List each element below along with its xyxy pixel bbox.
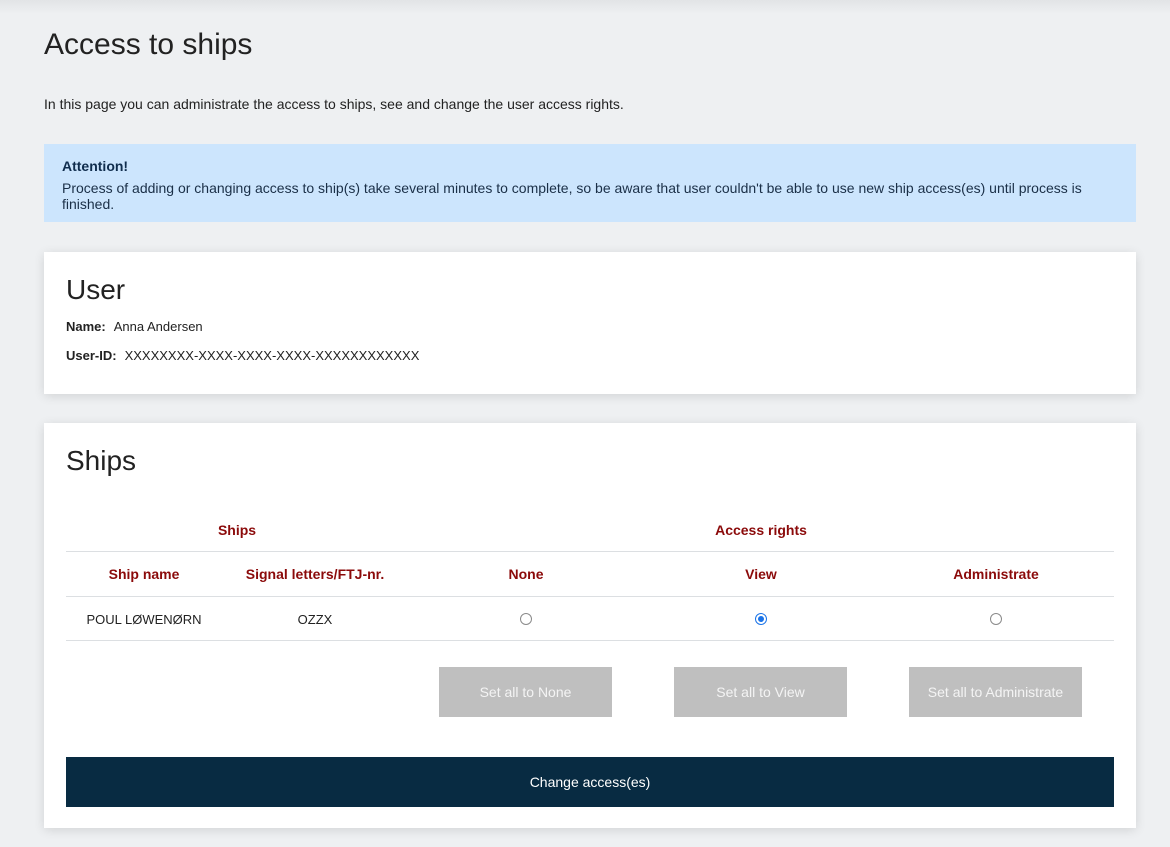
- signal-cell: OZZX: [297, 612, 333, 627]
- ship-name-cell: POUL LØWENØRN: [86, 612, 202, 627]
- user-card: User Name: Anna Andersen User-ID: XXXXXXXX…: [44, 252, 1136, 394]
- radio-none[interactable]: [520, 613, 532, 625]
- group-header-access-rights: Access rights: [715, 522, 807, 538]
- user-id-label: User-ID:: [66, 348, 117, 363]
- column-header-signal: Signal letters/FTJ-nr.: [245, 566, 385, 582]
- radio-view[interactable]: [755, 613, 767, 625]
- group-header-ships: Ships: [217, 522, 257, 538]
- alert-title: Attention!: [62, 158, 129, 174]
- user-card-title: User: [66, 274, 126, 305]
- change-access-button[interactable]: Change access(es): [66, 757, 1114, 807]
- ships-card: Ships Ships Access rights Ship name Sign…: [44, 423, 1136, 828]
- radio-administrate[interactable]: [990, 613, 1002, 625]
- attention-alert: Attention! Process of adding or changing…: [44, 144, 1136, 222]
- alert-text: Process of adding or changing access to …: [62, 180, 1082, 212]
- column-header-view: View: [745, 566, 777, 582]
- user-name-row: Name: Anna Andersen: [66, 319, 203, 334]
- set-all-none-button[interactable]: Set all to None: [439, 667, 612, 717]
- page-intro: In this page you can administrate the ac…: [44, 96, 624, 112]
- user-name-label: Name:: [66, 319, 106, 334]
- user-id-row: User-ID: XXXXXXXX-XXXX-XXXX-XXXX-XXXXXXXX…: [66, 348, 419, 363]
- ships-card-title: Ships: [66, 445, 137, 476]
- column-header-ship-name: Ship name: [108, 566, 180, 582]
- table-divider: [66, 551, 1114, 552]
- user-name-value: Anna Andersen: [113, 319, 203, 334]
- column-header-none: None: [508, 566, 544, 582]
- table-divider: [66, 596, 1114, 597]
- table-divider: [66, 640, 1114, 641]
- page-title: Access to ships: [44, 28, 253, 61]
- set-all-view-button[interactable]: Set all to View: [674, 667, 847, 717]
- top-shade: [0, 0, 1170, 14]
- column-header-administrate: Administrate: [953, 566, 1039, 582]
- set-all-administrate-button[interactable]: Set all to Administrate: [909, 667, 1082, 717]
- user-id-value: XXXXXXXX-XXXX-XXXX-XXXX-XXXXXXXXXXXX: [124, 348, 420, 363]
